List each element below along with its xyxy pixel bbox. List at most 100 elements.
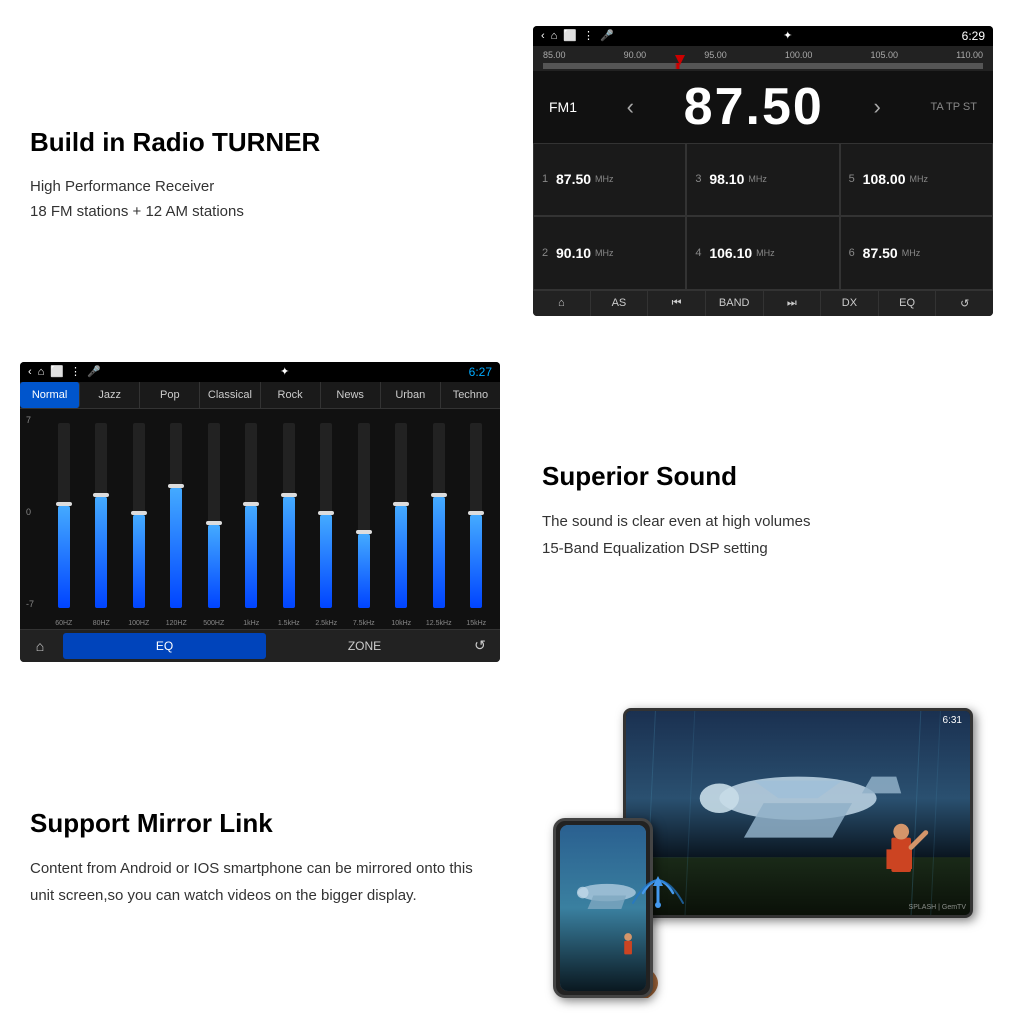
radio-desc2: 18 FM stations + 12 AM stations bbox=[30, 199, 492, 225]
eq-band-handle-4[interactable] bbox=[206, 521, 222, 525]
eq-band-col-11: 15kHz bbox=[459, 413, 495, 627]
eq-preset-classical[interactable]: Classical bbox=[200, 382, 260, 408]
radio-presets: 1 87.50 MHz 3 98.10 MHz 5 108.00 MHz 2 9… bbox=[533, 143, 993, 290]
eq-band-handle-1[interactable] bbox=[93, 493, 109, 497]
eq-band-label-1: 80HZ bbox=[93, 620, 110, 627]
ctrl-as[interactable]: AS bbox=[591, 291, 649, 316]
eq-band-col-5: 1kHz bbox=[234, 413, 270, 627]
eq-bands: 60HZ80HZ100HZ120HZ500HZ1kHz1.5kHz2.5kHz7… bbox=[46, 413, 494, 627]
eq-preset-jazz[interactable]: Jazz bbox=[80, 382, 140, 408]
wifi-icon bbox=[623, 848, 693, 918]
eq-band-track-4[interactable] bbox=[196, 413, 232, 618]
ctrl-next[interactable]: ⏭ bbox=[764, 291, 822, 316]
home-icon: ⌂ bbox=[551, 30, 558, 42]
eq-band-handle-11[interactable] bbox=[468, 511, 484, 515]
eq-band-fill-11 bbox=[470, 515, 482, 607]
eq-band-track-7[interactable] bbox=[309, 413, 345, 618]
eq-y-labels: 7 0 -7 bbox=[26, 413, 46, 627]
eq-band-col-0: 60HZ bbox=[46, 413, 82, 627]
eq-bottom-bar: ⌂ EQ ZONE ↺ bbox=[20, 629, 500, 662]
eq-band-bg-3 bbox=[170, 423, 182, 608]
preset-1[interactable]: 1 87.50 MHz bbox=[533, 143, 686, 217]
eq-preset-news[interactable]: News bbox=[321, 382, 381, 408]
preset-5[interactable]: 5 108.00 MHz bbox=[840, 143, 993, 217]
radio-frequency: 87.50 bbox=[684, 77, 824, 137]
eq-band-handle-5[interactable] bbox=[243, 502, 259, 506]
mirror-container: 6:31 SPLASH | GemTV bbox=[553, 708, 973, 998]
eq-band-col-4: 500HZ bbox=[196, 413, 232, 627]
eq-band-handle-7[interactable] bbox=[318, 511, 334, 515]
eq-band-handle-8[interactable] bbox=[356, 530, 372, 534]
eq-band-track-3[interactable] bbox=[159, 413, 195, 618]
eq-band-label-8: 7.5kHz bbox=[353, 620, 375, 627]
ctrl-home[interactable]: ⌂ bbox=[533, 291, 591, 316]
ctrl-eq[interactable]: EQ bbox=[879, 291, 937, 316]
ctrl-dx[interactable]: DX bbox=[821, 291, 879, 316]
eq-band-col-3: 120HZ bbox=[159, 413, 195, 627]
eq-band-track-6[interactable] bbox=[271, 413, 307, 618]
eq-band-handle-2[interactable] bbox=[131, 511, 147, 515]
eq-band-handle-10[interactable] bbox=[431, 493, 447, 497]
radio-status-bar: ‹ ⌂ ⬜ ⋮ 🎤 ✦ 6:29 bbox=[533, 26, 993, 46]
eq-home-btn[interactable]: ⌂ bbox=[20, 632, 60, 660]
eq-band-bg-7 bbox=[320, 423, 332, 608]
eq-band-fill-0 bbox=[58, 506, 70, 607]
eq-band-bg-2 bbox=[133, 423, 145, 608]
eq-preset-rock[interactable]: Rock bbox=[261, 382, 321, 408]
eq-band-handle-6[interactable] bbox=[281, 493, 297, 497]
preset-2[interactable]: 2 90.10 MHz bbox=[533, 216, 686, 290]
eq-preset-techno[interactable]: Techno bbox=[441, 382, 500, 408]
eq-band-bg-8 bbox=[358, 423, 370, 608]
eq-band-fill-7 bbox=[320, 515, 332, 607]
eq-band-col-1: 80HZ bbox=[84, 413, 120, 627]
eq-band-track-10[interactable] bbox=[421, 413, 457, 618]
sound-desc1: The sound is clear even at high volumes bbox=[542, 508, 1004, 535]
eq-band-track-8[interactable] bbox=[346, 413, 382, 618]
eq-band-bg-11 bbox=[470, 423, 482, 608]
eq-band-label-5: 1kHz bbox=[243, 620, 259, 627]
radio-next-icon[interactable]: › bbox=[873, 94, 880, 120]
preset-4[interactable]: 4 106.10 MHz bbox=[686, 216, 839, 290]
radio-freq-slider[interactable] bbox=[543, 63, 983, 69]
eq-band-track-1[interactable] bbox=[84, 413, 120, 618]
ctrl-prev[interactable]: ⏮ bbox=[648, 291, 706, 316]
eq-preset-normal[interactable]: Normal bbox=[20, 382, 80, 408]
radio-freq-needle bbox=[675, 55, 685, 65]
radio-prev-icon[interactable]: ‹ bbox=[627, 94, 634, 120]
eq-preset-pop[interactable]: Pop bbox=[140, 382, 200, 408]
radio-section-text: Build in Radio TURNER High Performance R… bbox=[0, 0, 512, 341]
radio-screen: ‹ ⌂ ⬜ ⋮ 🎤 ✦ 6:29 85.00 90.00 95.00 100.0… bbox=[533, 26, 993, 316]
preset-3[interactable]: 3 98.10 MHz bbox=[686, 143, 839, 217]
eq-band-track-2[interactable] bbox=[121, 413, 157, 618]
eq-band-bg-1 bbox=[95, 423, 107, 608]
eq-band-track-11[interactable] bbox=[459, 413, 495, 618]
mirror-screen-container: 6:31 SPLASH | GemTV bbox=[512, 683, 1024, 1024]
preset-6[interactable]: 6 87.50 MHz bbox=[840, 216, 993, 290]
eq-mic-icon: 🎤 bbox=[87, 365, 101, 378]
ctrl-band[interactable]: BAND bbox=[706, 291, 764, 316]
brand-label: SPLASH | GemTV bbox=[909, 904, 966, 911]
eq-eq-btn[interactable]: EQ bbox=[63, 633, 266, 659]
eq-band-track-0[interactable] bbox=[46, 413, 82, 618]
eq-band-handle-0[interactable] bbox=[56, 502, 72, 506]
eq-band-bg-5 bbox=[245, 423, 257, 608]
eq-preset-urban[interactable]: Urban bbox=[381, 382, 441, 408]
eq-back-btn[interactable]: ↺ bbox=[460, 631, 500, 660]
menu-icon: ⋮ bbox=[583, 29, 594, 42]
eq-band-track-5[interactable] bbox=[234, 413, 270, 618]
eq-band-handle-9[interactable] bbox=[393, 502, 409, 506]
eq-band-fill-3 bbox=[170, 488, 182, 608]
radio-time: 6:29 bbox=[962, 29, 985, 43]
eq-band-label-7: 2.5kHz bbox=[315, 620, 337, 627]
eq-band-col-2: 100HZ bbox=[121, 413, 157, 627]
eq-band-label-2: 100HZ bbox=[128, 620, 149, 627]
eq-band-fill-9 bbox=[395, 506, 407, 607]
radio-ta-tp: TA TP ST bbox=[930, 101, 976, 113]
radio-controls: ⌂ AS ⏮ BAND ⏭ DX EQ ↺ bbox=[533, 290, 993, 316]
eq-zone-btn[interactable]: ZONE bbox=[269, 639, 460, 653]
sound-section-text: Superior Sound The sound is clear even a… bbox=[512, 341, 1024, 682]
ctrl-back[interactable]: ↺ bbox=[936, 291, 993, 316]
eq-band-track-9[interactable] bbox=[384, 413, 420, 618]
radio-desc1: High Performance Receiver bbox=[30, 174, 492, 200]
eq-band-handle-3[interactable] bbox=[168, 484, 184, 488]
